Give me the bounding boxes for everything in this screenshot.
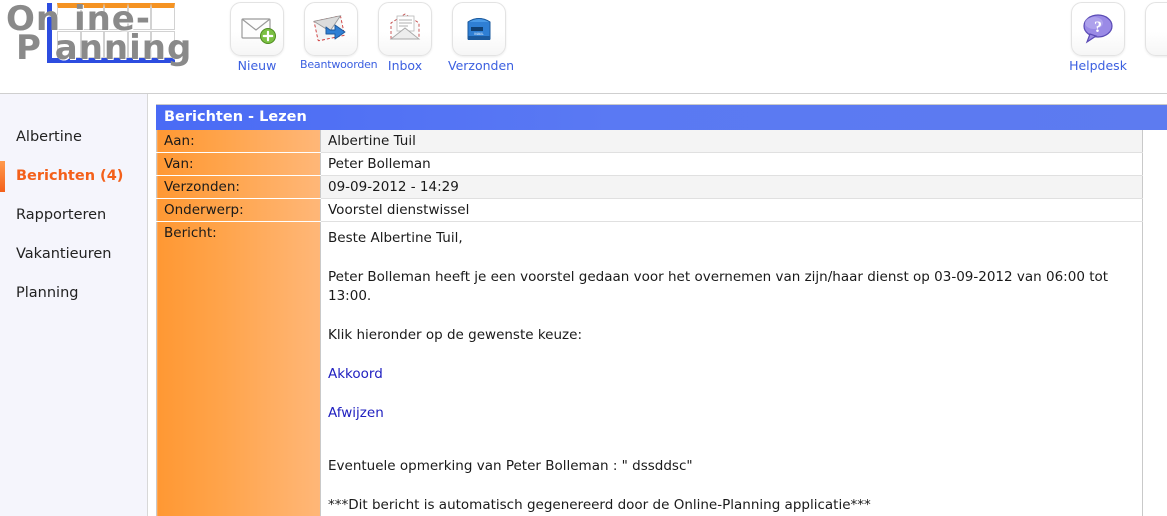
toolbar-label-inbox: Inbox <box>387 58 423 73</box>
toolbar-button-nieuw[interactable]: Nieuw <box>226 2 288 73</box>
sidebar-item-berichten[interactable]: Berichten (4) <box>0 157 147 196</box>
table-row-message: Bericht: Beste Albertine Tuil, Peter Bol… <box>156 221 1143 516</box>
panel-title: Berichten - Lezen <box>156 105 1167 130</box>
message-details-table: Aan: Albertine Tuil Van: Peter Bolleman … <box>156 130 1143 516</box>
value-from: Peter Bolleman <box>320 152 1143 176</box>
new-mail-icon <box>230 2 284 56</box>
message-greeting: Beste Albertine Tuil, <box>328 230 463 246</box>
sidebar-item-label: Berichten (4) <box>16 168 124 184</box>
table-row-sent: Verzonden: 09-09-2012 - 14:29 <box>156 175 1143 199</box>
message-instruction: Klik hieronder op de gewenste keuze: <box>328 327 582 343</box>
open-envelope-icon <box>378 2 432 56</box>
toolbar-label-verzonden: Verzonden <box>448 58 515 73</box>
value-subject: Voorstel dienstwissel <box>320 198 1143 222</box>
toolbar-button-verzonden[interactable]: MAIL Verzonden <box>448 2 515 73</box>
accept-link[interactable]: Akkoord <box>328 366 383 382</box>
sidebar-item-albertine[interactable]: Albertine <box>0 118 147 157</box>
table-row-to: Aan: Albertine Tuil <box>156 130 1143 153</box>
label-from: Van: <box>156 152 321 176</box>
app-logo: On ine- P anning <box>4 2 204 78</box>
accept-link-row: Akkoord <box>328 365 1136 384</box>
content-area: Berichten - Lezen Aan: Albertine Tuil Va… <box>148 94 1167 516</box>
logout-icon <box>1145 2 1167 56</box>
message-intro: Peter Bolleman heeft je een voorstel ged… <box>328 269 1109 304</box>
message-footer: ***Dit bericht is automatisch gegenereer… <box>328 497 871 513</box>
toolbar-label-nieuw: Nieuw <box>237 58 277 73</box>
toolbar-button-inbox[interactable]: Inbox <box>374 2 436 73</box>
svg-text:MAIL: MAIL <box>474 31 484 36</box>
sidebar-item-label: Vakantieuren <box>16 246 112 262</box>
reject-link-row: Afwijzen <box>328 404 1136 423</box>
reject-link[interactable]: Afwijzen <box>328 405 384 421</box>
toolbar-right-group: ? Helpdesk U <box>1067 2 1167 73</box>
sidebar-item-rapporteren[interactable]: Rapporteren <box>0 196 147 235</box>
label-to: Aan: <box>156 130 321 153</box>
label-subject: Onderwerp: <box>156 198 321 222</box>
reply-mail-icon <box>304 2 358 56</box>
toolbar-button-beantwoorden[interactable]: Beantwoorden <box>300 2 378 73</box>
logo-text: On ine- P anning <box>4 2 204 78</box>
sidebar-nav: Albertine Berichten (4) Rapporteren Vaka… <box>0 94 148 516</box>
value-message: Beste Albertine Tuil, Peter Bolleman hee… <box>320 221 1143 516</box>
toolbar-button-helpdesk[interactable]: ? Helpdesk <box>1067 2 1129 73</box>
label-sent: Verzonden: <box>156 175 321 199</box>
sidebar-item-label: Planning <box>16 285 79 301</box>
sidebar-item-planning[interactable]: Planning <box>0 274 147 313</box>
svg-text:?: ? <box>1094 19 1102 36</box>
toolbar-label-uitloggen: U <box>1141 58 1167 73</box>
logo-text-line2: P anning <box>16 28 193 68</box>
label-message: Bericht: <box>156 221 321 516</box>
app-header: On ine- P anning Nieuw Beantwoorden Inbo… <box>0 0 1167 94</box>
mailbox-icon: MAIL <box>452 2 506 56</box>
question-bubble-icon: ? <box>1071 2 1125 56</box>
toolbar-label-helpdesk: Helpdesk <box>1069 58 1127 73</box>
message-panel: Berichten - Lezen Aan: Albertine Tuil Va… <box>156 104 1167 516</box>
value-sent: 09-09-2012 - 14:29 <box>320 175 1143 199</box>
message-remark: Eventuele opmerking van Peter Bolleman :… <box>328 458 693 474</box>
sidebar-item-label: Albertine <box>16 129 82 145</box>
table-row-from: Van: Peter Bolleman <box>156 152 1143 176</box>
message-body: Beste Albertine Tuil, Peter Bolleman hee… <box>328 229 1136 515</box>
table-row-subject: Onderwerp: Voorstel dienstwissel <box>156 198 1143 222</box>
toolbar-button-uitloggen[interactable]: U <box>1141 2 1167 73</box>
value-to: Albertine Tuil <box>320 130 1143 153</box>
main-toolbar: Nieuw Beantwoorden Inbox MAIL Verzonden <box>226 2 515 73</box>
page-body: Albertine Berichten (4) Rapporteren Vaka… <box>0 94 1167 516</box>
sidebar-item-label: Rapporteren <box>16 207 107 223</box>
toolbar-label-beantwoorden: Beantwoorden <box>300 58 378 71</box>
sidebar-item-vakantieuren[interactable]: Vakantieuren <box>0 235 147 274</box>
